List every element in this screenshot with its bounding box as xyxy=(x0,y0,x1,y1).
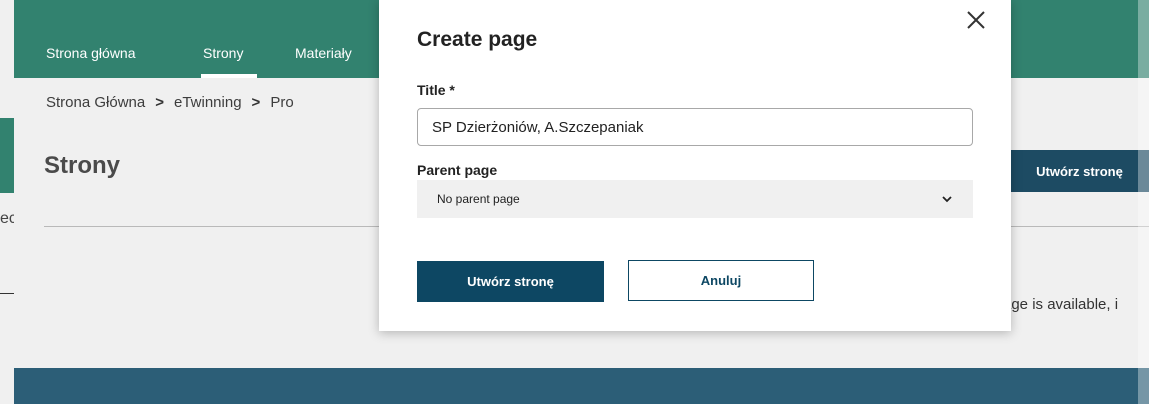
chevron-down-icon xyxy=(942,196,952,203)
left-side-text: ec xyxy=(0,210,14,227)
parent-page-select[interactable]: No parent page xyxy=(417,180,973,218)
title-label: Title * xyxy=(417,82,455,98)
create-page-button[interactable]: Utwórz stronę xyxy=(1010,150,1149,192)
cancel-button[interactable]: Anuluj xyxy=(628,260,814,301)
breadcrumb-separator: > xyxy=(155,94,164,111)
title-input[interactable]: SP Dzierżoniów, A.Szczepaniak xyxy=(417,108,973,146)
submit-button[interactable]: Utwórz stronę xyxy=(417,261,604,302)
right-edge-shade xyxy=(1138,0,1149,404)
create-page-dialog: Create page Title * SP Dzierżoniów, A.Sz… xyxy=(379,0,1011,331)
nav-active-indicator xyxy=(201,74,257,78)
left-divider xyxy=(0,293,14,294)
info-text: age is available, i xyxy=(1003,296,1119,313)
parent-page-label: Parent page xyxy=(417,162,498,178)
breadcrumb-etwinning[interactable]: eTwinning xyxy=(174,94,242,111)
close-icon[interactable] xyxy=(964,8,988,32)
dialog-title: Create page xyxy=(417,28,538,51)
nav-item-pages[interactable]: Strony xyxy=(203,45,243,61)
breadcrumb-separator: > xyxy=(251,94,261,111)
page-title: Strony xyxy=(44,152,121,179)
nav-item-materials[interactable]: Materiały xyxy=(295,45,352,61)
nav-item-home[interactable]: Strona główna xyxy=(46,45,136,61)
breadcrumb: Strona Główna > eTwinning > Pro xyxy=(46,94,294,111)
left-side-tab[interactable] xyxy=(0,118,14,193)
nav-left-edge xyxy=(0,0,14,78)
breadcrumb-project[interactable]: Pro xyxy=(270,94,293,111)
parent-page-value: No parent page xyxy=(437,192,520,206)
footer xyxy=(14,368,1149,404)
breadcrumb-home[interactable]: Strona Główna xyxy=(46,94,145,111)
